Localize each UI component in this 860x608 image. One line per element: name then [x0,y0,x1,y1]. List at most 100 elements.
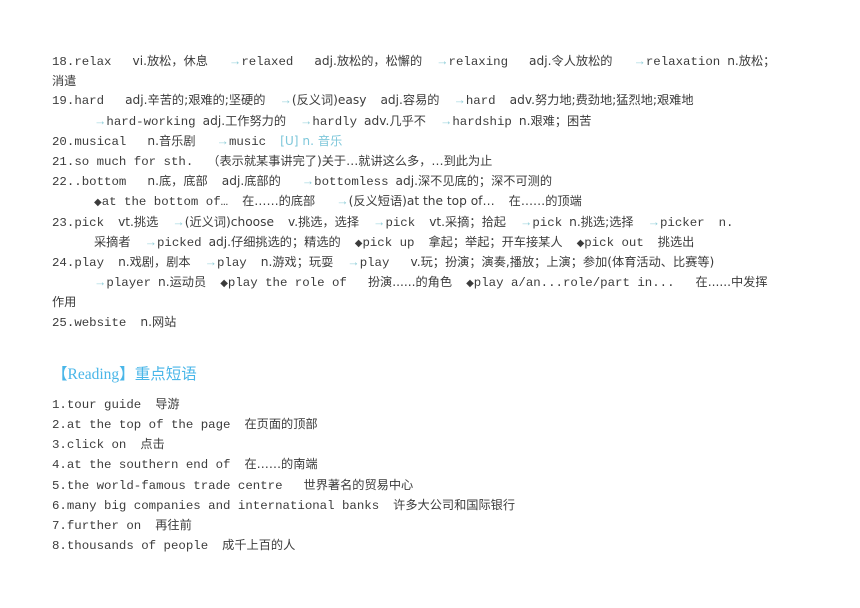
phrase-item: 7.further on 再往前 [52,516,838,536]
entry-derived-1: (近义词)choose [184,214,274,229]
entry-headword: website [74,315,127,330]
phrase-chinese: 许多大公司和国际银行 [393,497,516,512]
phrase-chinese: 成千上百的人 [222,538,296,553]
arrow-icon: → [336,194,349,209]
entry-def-4: n.挑选;选择 [569,214,634,229]
entry-def-4: n.放松； [727,54,776,68]
entry-derived-2: hard [465,94,496,109]
entry-headword: relax [74,55,112,69]
entry-def-2: adj.放松的，松懈的 [314,54,423,68]
phrase-item: 4.at the southern end of 在……的南端 [52,455,838,475]
vocabulary-list: 18.relax vi.放松，休息 →relaxed adj.放松的，松懈的 →rela… [52,52,838,333]
entry-derived-1: relaxed [241,55,294,69]
reading-section-header: 【Reading】重点短语 [52,364,838,386]
entry-def-2: v.挑选，选择 [287,214,360,229]
entry-cont-line: 采摘者 →picked adj.仔细挑选的；精选的 ◆pick up 拿起；举起；开车接… [52,233,838,253]
phrase-chinese: 在……的南端 [244,457,318,472]
phrase-number: 3. [52,438,67,453]
entry-derived-1: bottomless [314,175,389,190]
entry-def-2: adj.底部的 [221,174,281,189]
entry-number: 22.. [52,175,82,190]
arrow-icon: → [439,113,453,128]
entry-def-5: 扮演......的角色 [367,275,453,290]
entry-derived-3: pick [532,215,563,230]
phrase-chinese: 再往前 [155,518,192,533]
header-english-label: Reading [67,365,120,383]
entry-def-1: n.戏剧，剧本 [118,255,191,270]
entry-derived-1: play [217,256,247,271]
phrase-english: click on [66,438,127,453]
arrow-icon: → [633,54,646,68]
entry-phrase-2: play a/an...role/part in... [473,276,675,291]
entry-derived-4: hardly [312,114,358,129]
entry-headword: pick [74,215,105,230]
arrow-icon: → [204,255,217,270]
arrow-icon: → [373,214,386,229]
phrase-item: 2.at the top of the page 在页面的顶部 [52,415,838,435]
entry-number: 24. [52,256,75,271]
arrow-icon: → [144,234,157,249]
phrase-number: 8. [52,539,67,554]
phrase-number: 4. [52,458,67,473]
entry-def-2: adj.容易的 [380,93,440,108]
vocab-entry-musical: 20.musical n.音乐剧 →music [U] n. 音乐 [52,132,838,152]
entry-headword: hard [74,94,105,109]
entry-def-1: （表示就某事讲完了)关于…就讲这么多，…到此为止 [207,154,493,169]
phrase-english: further on [66,519,142,534]
entry-cont-line: 作用 [52,295,77,310]
entry-def-4: adj.工作努力的 [202,113,287,128]
phrase-english: many big companies and international ban… [66,498,380,513]
entry-derived-1: music [228,134,267,149]
entry-def-1: n.底，底部 [147,174,208,189]
vocab-entry-play: 24.play n.戏剧，剧本 →play n.游戏；玩耍 →play v.玩；扮演；演奏… [52,253,838,313]
phrase-chinese: 世界著名的贸易中心 [303,477,414,492]
entry-derived-1: (反义词)easy [291,93,367,108]
entry-number: 21. [52,155,75,170]
entry-number: 20. [52,134,75,149]
entry-def-1: n.音乐剧 [147,133,196,148]
phrase-number: 7. [52,519,67,534]
entry-def-2: n.游戏；玩耍 [260,255,334,270]
entry-def-5: adv.几乎不 [364,113,426,128]
vocab-entry-bottom: 22..bottom n.底，底部 adj.底部的 →bottomless adj.深不… [52,172,838,212]
phrase-english: at the southern end of [66,458,231,473]
entry-def-8: 拿起；举起；开车接某人 [428,234,563,249]
entry-def-5: n. [718,215,734,230]
entry-cont-line: →hard-working adj.工作努力的 →hardly adv.几乎不 →har… [52,112,838,132]
phrase-english: the world-famous trade centre [66,478,283,493]
entry-cont-line: 消遣 [52,74,77,89]
diamond-bullet-icon: ◆ [220,278,228,290]
entry-number: 19. [52,94,75,109]
document-page: 18.relax vi.放松，休息 →relaxed adj.放松的，松懈的 →rela… [0,0,860,608]
phrase-chinese: 点击 [140,437,165,452]
bracket-open: 【 [52,365,68,383]
entry-phrase-1: at the bottom of… [101,195,229,210]
entry-phrase-2: pick out [584,235,644,250]
vocab-entry-so-much-for-sth: 21.so much for sth. （表示就某事讲完了)关于…就讲这么多，…到… [52,152,838,172]
arrow-icon: → [216,133,229,148]
vocab-entry-relax: 18.relax vi.放松，休息 →relaxed adj.放松的，松懈的 →rela… [52,52,838,91]
entry-def-3: vt.采摘；拾起 [429,214,506,229]
phrase-chinese: 导游 [155,396,180,411]
arrow-icon: → [347,255,360,270]
entry-derived-3: player [106,276,152,291]
entry-def-3: v.玩；扮演；演奏,播放；上演；参加(体育活动、比赛等) [410,255,715,270]
entry-derived-4: picker [660,215,705,230]
phrase-item: 8.thousands of people 成千上百的人 [52,536,838,556]
entry-number: 23. [52,215,75,230]
entry-def-4: 在……的底部 [242,194,316,209]
entry-derived-2: play [359,256,390,271]
entry-def-3: adj.深不见底的；深不可测的 [395,174,553,189]
entry-def-3: adv.努力地;费劲地;猛烈地;艰难地 [509,93,694,108]
entry-phrase-1: pick up [362,235,415,250]
entry-number: 25. [52,315,75,330]
header-chinese-label: 重点短语 [134,365,197,383]
entry-def-7: adj.仔细挑选的；精选的 [208,234,341,249]
entry-def-6: 采摘者 [94,234,131,249]
phrase-english: at the top of the page [66,418,231,433]
header-spacer [52,386,838,395]
vocab-entry-pick: 23.pick vt.挑选 →(近义词)choose v.挑选，选择 →pick vt.采… [52,213,838,253]
phrase-number: 1. [52,397,67,412]
arrow-icon: → [279,93,292,108]
